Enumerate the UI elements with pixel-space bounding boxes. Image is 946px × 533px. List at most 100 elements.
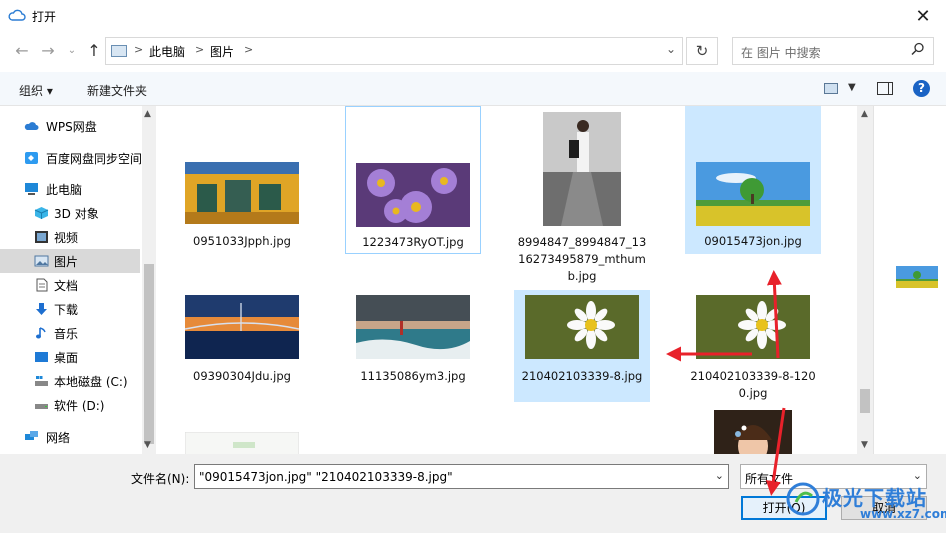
image-thumbnail: [185, 162, 299, 224]
filename-history-dropdown[interactable]: ⌄: [715, 469, 724, 482]
sidebar-item-label: 桌面: [54, 351, 79, 365]
filename-input[interactable]: "09015473jon.jpg" "210402103339-8.jpg" ⌄: [194, 464, 729, 489]
sidebar-item-pictures[interactable]: 图片: [0, 249, 140, 273]
file-item[interactable]: 0951033Jpph.jpg: [174, 106, 310, 254]
breadcrumb-separator: >: [134, 43, 144, 56]
file-item[interactable]: 11135086ym3.jpg: [345, 290, 481, 402]
sidebar-item-label: 软件 (D:): [54, 399, 105, 413]
scroll-down-icon[interactable]: ▼: [861, 440, 868, 450]
scrollbar-thumb[interactable]: [144, 264, 154, 444]
3d-objects-icon: [34, 207, 49, 219]
file-name-line: 0.jpg: [738, 386, 768, 400]
image-thumbnail: [185, 295, 299, 359]
file-name: 210402103339-8.jpg: [521, 369, 643, 383]
sidebar-item-drive-c[interactable]: 本地磁盘 (C:): [0, 369, 140, 393]
sidebar-item-label: 3D 对象: [54, 207, 99, 221]
downloads-icon: [36, 303, 47, 315]
file-item[interactable]: [174, 426, 310, 454]
image-thumbnail: [525, 295, 639, 359]
file-name: 09015473jon.jpg: [704, 234, 802, 248]
forward-button[interactable]: →: [38, 40, 58, 62]
sidebar-item-wps-cloud[interactable]: WPS网盘: [0, 114, 140, 138]
sidebar-item-desktop[interactable]: 桌面: [0, 345, 140, 369]
sidebar-item-videos[interactable]: 视频: [0, 225, 140, 249]
sidebar-item-3d-objects[interactable]: 3D 对象: [0, 201, 140, 225]
sidebar-item-drive-d[interactable]: 软件 (D:): [0, 393, 140, 417]
file-item[interactable]: 8994847_8994847_13 16273495879_mthum b.j…: [514, 106, 650, 286]
search-box[interactable]: 在 图片 中搜索: [732, 37, 934, 65]
file-name: 09390304Jdu.jpg: [193, 369, 291, 383]
help-icon[interactable]: ?: [913, 80, 930, 97]
navigation-pane: WPS网盘 百度网盘同步空间 此电脑 3D 对象 视频 图片 文档 下载 音乐 …: [0, 106, 156, 454]
title-bar: 打开 ✕: [0, 0, 946, 32]
sidebar-item-network[interactable]: 网络: [0, 425, 140, 449]
window-title: 打开: [32, 10, 57, 24]
sidebar-item-label: 百度网盘同步空间: [46, 152, 143, 166]
sidebar-item-music[interactable]: 音乐: [0, 321, 140, 345]
sidebar-item-label: 文档: [54, 279, 79, 293]
scroll-down-icon[interactable]: ▼: [144, 440, 151, 450]
sidebar-item-label: 图片: [54, 255, 79, 269]
file-name-line: 16273495879_mthum: [518, 252, 646, 266]
breadcrumb-separator: >: [195, 43, 205, 56]
recent-locations-button[interactable]: ⌄: [62, 40, 82, 62]
music-icon: [36, 327, 46, 339]
sidebar-item-downloads[interactable]: 下载: [0, 297, 140, 321]
up-button[interactable]: ↑: [84, 40, 104, 62]
refresh-button[interactable]: ↻: [686, 37, 718, 65]
close-button[interactable]: ✕: [900, 0, 946, 32]
file-item[interactable]: 1223473RyOT.jpg: [345, 106, 481, 254]
file-name: 0951033Jpph.jpg: [193, 234, 291, 248]
preview-image: [896, 266, 938, 288]
file-name-line: 210402103339-8-120: [690, 369, 816, 383]
back-arrow-icon: ←: [15, 41, 29, 60]
preview-pane-toggle-icon[interactable]: [877, 82, 893, 95]
image-thumbnail: [696, 295, 810, 359]
search-icon: [911, 42, 924, 56]
breadcrumb-this-pc[interactable]: 此电脑: [149, 43, 185, 60]
network-icon: [25, 431, 38, 440]
scroll-up-icon[interactable]: ▲: [144, 109, 151, 119]
scrollbar-thumb[interactable]: [860, 389, 870, 413]
sidebar-item-label: WPS网盘: [46, 120, 97, 134]
scroll-up-icon[interactable]: ▲: [861, 109, 868, 119]
file-item[interactable]: 210402103339-8-120 0.jpg: [685, 290, 821, 402]
image-thumbnail: [356, 163, 470, 227]
breadcrumb-pictures[interactable]: 图片: [210, 43, 234, 60]
organize-menu[interactable]: 组织 ▾: [19, 82, 53, 99]
file-list-scrollbar[interactable]: ▲ ▼: [857, 106, 873, 454]
sidebar-item-label: 此电脑: [46, 183, 83, 197]
sidebar-item-label: 本地磁盘 (C:): [54, 375, 128, 389]
baidu-sync-icon: [25, 152, 38, 164]
drive-c-icon: [35, 376, 48, 386]
breadcrumb-separator[interactable]: >: [244, 43, 253, 56]
file-item[interactable]: 09015473jon.jpg: [685, 106, 821, 254]
image-thumbnail: [185, 432, 299, 454]
file-name-line: b.jpg: [567, 269, 597, 283]
image-thumbnail: [696, 162, 810, 226]
sidebar-item-documents[interactable]: 文档: [0, 273, 140, 297]
pictures-icon: [34, 255, 49, 267]
watermark-url: www.xz7.com: [860, 507, 946, 521]
image-thumbnail: [543, 112, 621, 226]
change-view-icon[interactable]: [824, 83, 838, 94]
view-options-dropdown[interactable]: ▼: [848, 82, 856, 93]
file-item[interactable]: 210402103339-8.jpg: [514, 290, 650, 402]
address-bar[interactable]: > 此电脑 > 图片 > ⌄: [105, 37, 683, 65]
new-folder-button[interactable]: 新建文件夹: [87, 82, 147, 99]
sidebar-item-label: 视频: [54, 231, 79, 245]
refresh-icon: ↻: [695, 42, 709, 60]
command-bar: 组织 ▾ 新建文件夹 ▼ ?: [0, 72, 946, 106]
back-button[interactable]: ←: [12, 40, 32, 62]
navigation-pane-scrollbar[interactable]: ▲ ▼: [142, 106, 156, 454]
sidebar-item-this-pc[interactable]: 此电脑: [0, 177, 140, 201]
forward-arrow-icon: →: [41, 41, 55, 60]
documents-icon: [36, 278, 48, 292]
file-item[interactable]: 09390304Jdu.jpg: [174, 290, 310, 402]
file-name: 11135086ym3.jpg: [360, 369, 466, 383]
file-item[interactable]: [685, 402, 821, 454]
preview-pane: [873, 106, 946, 454]
address-history-dropdown[interactable]: ⌄: [666, 42, 676, 56]
sidebar-item-baidu-sync[interactable]: 百度网盘同步空间: [0, 146, 143, 170]
pictures-folder-icon: [111, 45, 127, 57]
